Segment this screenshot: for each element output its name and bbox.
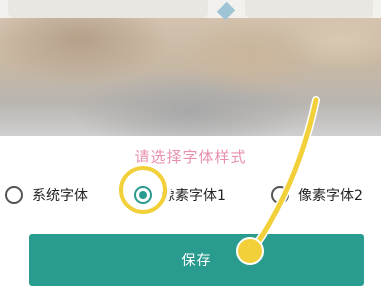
dialog-title: 请选择字体样式 xyxy=(134,148,247,166)
option-label: 系统字体 xyxy=(32,188,88,204)
background-photo xyxy=(0,0,381,136)
option-label: 像素字体2 xyxy=(298,188,363,204)
radio-checked-icon[interactable] xyxy=(134,186,152,204)
photo-top-strip xyxy=(0,0,381,18)
photo-top-panel-left xyxy=(8,0,208,18)
option-pixel-font-2[interactable]: 像素字体2 xyxy=(271,183,363,207)
radio-unchecked-icon[interactable] xyxy=(5,186,23,204)
option-pixel-font-1[interactable]: 像素字体1 xyxy=(134,183,226,207)
save-button[interactable]: 保存 xyxy=(29,234,364,286)
font-style-dialog: 请选择字体样式 系统字体 像素字体1 像素字体2 保存 xyxy=(0,136,381,288)
photo-top-panel-right xyxy=(245,0,373,18)
option-label: 像素字体1 xyxy=(161,188,226,204)
save-button-label: 保存 xyxy=(181,253,212,269)
radio-unchecked-icon[interactable] xyxy=(271,186,289,204)
option-system-font[interactable]: 系统字体 xyxy=(5,183,88,207)
